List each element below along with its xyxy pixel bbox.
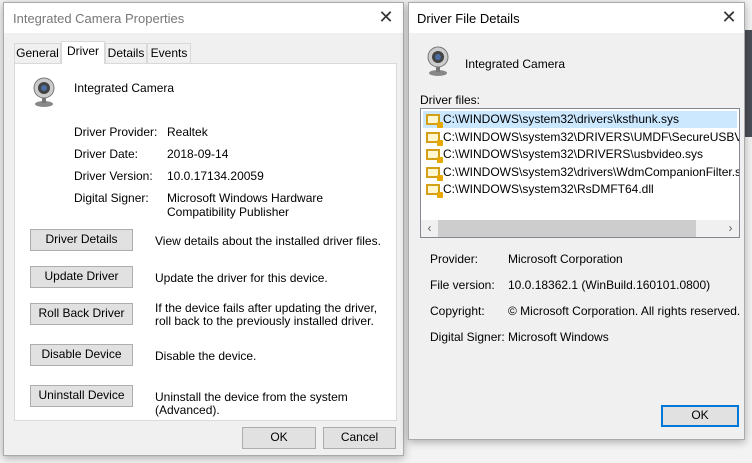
uninstall-device-description: Uninstall the device from the system (Ad… [155, 390, 348, 417]
driver-provider-value: Realtek [167, 125, 208, 139]
list-item[interactable]: C:\WINDOWS\system32\RsDMFT64.dll [423, 181, 737, 198]
driver-details-button[interactable]: Driver Details [30, 229, 133, 251]
driver-date-label: Driver Date: [74, 147, 139, 161]
window-title: Driver File Details [417, 11, 520, 26]
copyright-value: © Microsoft Corporation. All rights rese… [508, 304, 741, 318]
tab-details[interactable]: Details [105, 43, 147, 63]
list-item[interactable]: C:\WINDOWS\system32\DRIVERS\usbvideo.sys [423, 146, 737, 163]
scrollbar-thumb[interactable] [438, 220, 696, 237]
driver-version-label: Driver Version: [74, 169, 153, 183]
scroll-left-icon[interactable]: ‹ [421, 220, 438, 237]
tab-events[interactable]: Events [147, 43, 191, 63]
scroll-right-icon[interactable]: › [722, 220, 739, 237]
title-bar: Integrated Camera Properties ✕ [4, 3, 403, 33]
provider-value: Microsoft Corporation [508, 252, 623, 266]
driver-version-value: 10.0.17134.20059 [167, 169, 264, 183]
disable-device-description: Disable the device. [155, 349, 257, 363]
list-item[interactable]: C:\WINDOWS\system32\drivers\WdmCompanion… [423, 164, 740, 181]
ok-button[interactable]: OK [242, 427, 316, 449]
disable-device-button[interactable]: Disable Device [30, 344, 133, 366]
device-name: Integrated Camera [465, 57, 566, 71]
device-name: Integrated Camera [74, 81, 175, 95]
copyright-label: Copyright: [430, 304, 485, 318]
update-driver-button[interactable]: Update Driver [30, 266, 133, 288]
system-file-icon [426, 166, 443, 181]
driver-date-value: 2018-09-14 [167, 147, 229, 161]
file-path: C:\WINDOWS\system32\DRIVERS\usbvideo.sys [443, 147, 704, 161]
file-version-value: 10.0.18362.1 (WinBuild.160101.0800) [508, 278, 711, 292]
close-icon[interactable]: ✕ [376, 7, 396, 27]
driver-tab-panel: Integrated Camera Driver Provider: Realt… [14, 63, 397, 421]
driver-files-list[interactable]: C:\WINDOWS\system32\drivers\ksthunk.sys … [420, 108, 740, 238]
file-path: C:\WINDOWS\system32\drivers\WdmCompanion… [443, 164, 740, 179]
window-title: Integrated Camera Properties [13, 11, 185, 26]
driver-file-details-window: Driver File Details ✕ Integrated Camera … [408, 2, 745, 440]
horizontal-scrollbar[interactable]: ‹ › [421, 220, 739, 237]
system-file-icon [426, 114, 443, 128]
file-path: C:\WINDOWS\system32\drivers\ksthunk.sys [443, 112, 680, 126]
webcam-icon [33, 77, 55, 107]
cancel-button[interactable]: Cancel [323, 427, 396, 449]
digital-signer-value: Microsoft Windows [508, 330, 609, 344]
driver-files-label: Driver files: [420, 93, 481, 107]
close-icon[interactable]: ✕ [719, 7, 739, 27]
title-bar: Driver File Details ✕ [409, 3, 744, 33]
roll-back-driver-button[interactable]: Roll Back Driver [30, 303, 133, 325]
tab-driver[interactable]: Driver [61, 41, 105, 64]
driver-details-description: View details about the installed driver … [155, 234, 381, 248]
digital-signer-label: Digital Signer: [74, 191, 149, 205]
ok-button[interactable]: OK [661, 405, 739, 427]
file-path: C:\WINDOWS\system32\RsDMFT64.dll [443, 182, 654, 196]
webcam-icon [427, 46, 449, 76]
file-path: C:\WINDOWS\system32\DRIVERS\UMDF\SecureU… [443, 129, 740, 144]
list-item[interactable]: C:\WINDOWS\system32\drivers\ksthunk.sys [423, 111, 737, 128]
system-file-icon [426, 149, 443, 163]
update-driver-description: Update the driver for this device. [155, 271, 328, 285]
roll-back-driver-description: If the device fails after updating the d… [155, 301, 378, 328]
digital-signer-value: Microsoft Windows Hardware Compatibility… [167, 191, 324, 219]
uninstall-device-button[interactable]: Uninstall Device [30, 385, 133, 407]
provider-label: Provider: [430, 252, 479, 266]
driver-provider-label: Driver Provider: [74, 125, 158, 139]
digital-signer-label: Digital Signer: [430, 330, 505, 344]
system-file-icon [426, 131, 443, 146]
file-version-label: File version: [430, 278, 495, 292]
tab-general[interactable]: General [14, 43, 61, 63]
system-file-icon [426, 184, 443, 198]
background-window [745, 30, 752, 137]
properties-window: Integrated Camera Properties ✕ General D… [3, 2, 404, 456]
list-item[interactable]: C:\WINDOWS\system32\DRIVERS\UMDF\SecureU… [423, 129, 740, 146]
